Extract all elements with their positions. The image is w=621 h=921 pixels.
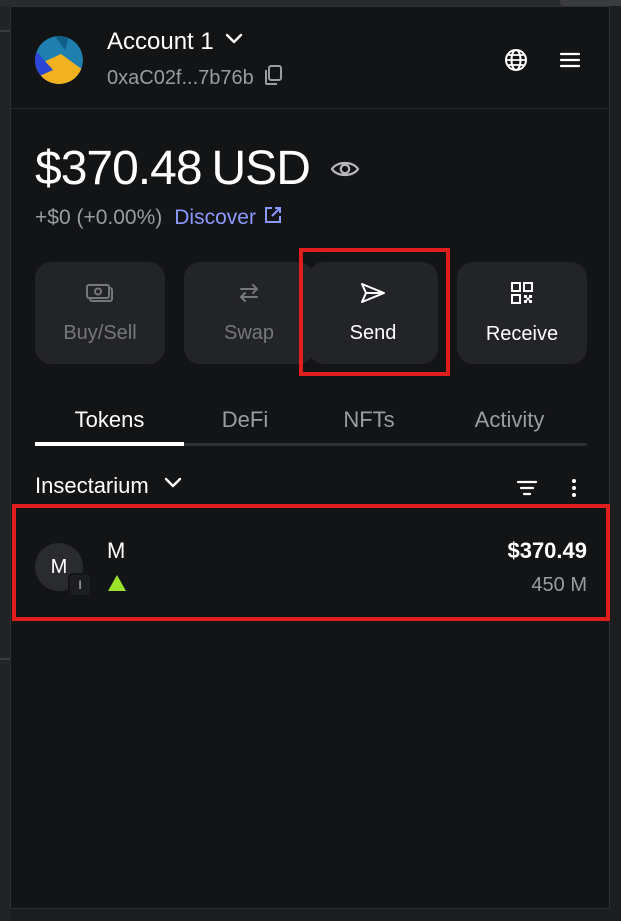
- globe-icon[interactable]: [503, 47, 529, 73]
- network-selector[interactable]: Insectarium: [35, 473, 183, 499]
- token-name: M: [107, 538, 126, 563]
- active-tab-indicator: [35, 442, 184, 446]
- account-avatar[interactable]: [35, 36, 83, 84]
- receive-label: Receive: [485, 322, 559, 345]
- menu-icon[interactable]: [557, 47, 583, 73]
- balance-display: $370.48 USD: [35, 141, 360, 196]
- account-selector[interactable]: Account 1: [107, 28, 244, 56]
- network-label: Insectarium: [35, 473, 149, 498]
- buy-sell-label: Buy/Sell: [63, 321, 137, 344]
- chevron-down-icon: [163, 473, 183, 499]
- balance-change-row: +$0 (+0.00%) Discover: [35, 206, 282, 230]
- send-button[interactable]: Send: [308, 262, 438, 364]
- wallet-popup: Account 1 0xaC02f...7b76b $370.48 USD +$…: [10, 6, 610, 909]
- balance-amount: $370.48: [35, 142, 203, 195]
- tab-defi[interactable]: DeFi: [184, 395, 306, 445]
- account-address: 0xaC02f...7b76b: [107, 66, 254, 89]
- account-name: Account 1: [107, 28, 214, 55]
- divider: [0, 658, 10, 660]
- copy-icon[interactable]: [264, 65, 282, 91]
- account-header: Account 1 0xaC02f...7b76b: [11, 7, 609, 109]
- account-address-row[interactable]: 0xaC02f...7b76b: [107, 65, 282, 91]
- token-list-item[interactable]: M I M $370.49 450 M: [11, 510, 611, 616]
- network-badge: I: [68, 573, 92, 597]
- swap-label: Swap: [223, 321, 275, 344]
- external-link-icon: [264, 206, 282, 230]
- cash-icon: [86, 282, 114, 310]
- chevron-down-icon: [224, 28, 244, 56]
- tab-activity[interactable]: Activity: [432, 395, 587, 445]
- swap-arrows-icon: [235, 282, 263, 310]
- asset-tabs: Tokens DeFi NFTs Activity: [35, 395, 587, 447]
- token-amount: 450 M: [531, 574, 587, 596]
- tab-tokens[interactable]: Tokens: [35, 395, 184, 445]
- buy-sell-button[interactable]: Buy/Sell: [35, 262, 165, 364]
- send-icon: [360, 282, 386, 310]
- page-background-strip: [0, 6, 10, 921]
- discover-label: Discover: [174, 206, 256, 229]
- discover-link[interactable]: Discover: [174, 206, 282, 230]
- balance-change: +$0 (+0.00%): [35, 206, 163, 229]
- qr-code-icon: [510, 281, 534, 311]
- more-options-icon[interactable]: [563, 477, 585, 499]
- balance-currency: USD: [211, 142, 311, 195]
- divider: [0, 30, 10, 32]
- trend-up-icon: [107, 574, 127, 597]
- send-label: Send: [349, 321, 397, 344]
- tab-nfts[interactable]: NFTs: [306, 395, 432, 445]
- receive-button[interactable]: Receive: [457, 262, 587, 364]
- eye-icon[interactable]: [330, 158, 360, 180]
- filter-icon[interactable]: [516, 477, 538, 499]
- swap-button[interactable]: Swap: [184, 262, 314, 364]
- token-fiat-value: $370.49: [507, 538, 587, 563]
